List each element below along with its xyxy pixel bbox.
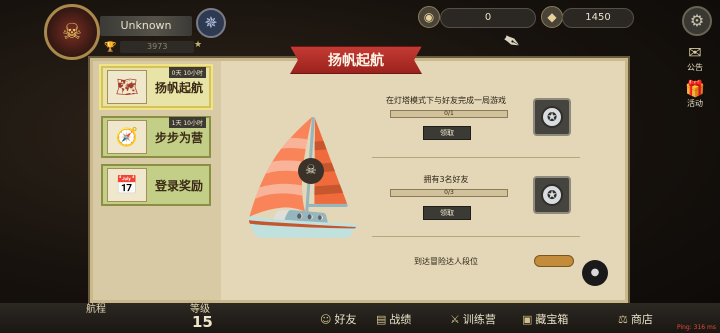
nav-treasure[interactable]: ▣ 藏宝箱 xyxy=(522,311,568,327)
ship-mask-emblem-icon: ☠ xyxy=(298,158,324,184)
player-score: 3973 xyxy=(120,41,194,53)
task-3-text: 到达冒险达人段位 xyxy=(414,257,478,266)
envelope-icon: ✉ xyxy=(688,43,702,62)
compass-emblem-icon[interactable]: ✵ xyxy=(196,8,226,38)
notice-button[interactable]: ✉ 公告 xyxy=(678,44,712,73)
gift-icon: 🎁 xyxy=(685,79,705,98)
nav-label: 战绩 xyxy=(389,313,412,326)
tab-login-reward[interactable]: 📅 登录奖励 xyxy=(101,164,211,206)
tab-timer: 0天 10小时 xyxy=(168,67,206,78)
player-name: Unknown xyxy=(100,16,192,36)
nav-label: 藏宝箱 xyxy=(535,313,569,326)
settings-gear-icon[interactable]: ⚙ xyxy=(682,6,712,36)
activity-label: 活动 xyxy=(687,99,703,108)
task-2-reward[interactable]: ✪ xyxy=(533,176,571,214)
tab-timer: 1天 10小时 xyxy=(168,117,206,128)
trophy-icon: 🏆 xyxy=(104,41,117,53)
treasure-map-icon: 🗺 xyxy=(107,70,147,104)
level-value: 15 xyxy=(192,313,213,331)
tab-label: 登录奖励 xyxy=(155,178,204,193)
task-divider xyxy=(372,236,580,237)
player-score-row: 🏆 3973 xyxy=(104,40,194,54)
nav-label: 商店 xyxy=(630,313,653,326)
rank-token-icon xyxy=(534,255,574,267)
tab-set-sail[interactable]: 🗺 扬帆起航 0天 10小时 xyxy=(101,66,211,108)
task-1-claim-button[interactable]: 领取 xyxy=(423,126,471,140)
gem-icon: ◆ xyxy=(541,6,563,28)
bottom-bar: 航程 等级 15 ☺ 好友 ▤ 战绩 ⚔ 训练营 ▣ 藏宝箱 ⚖ 商店 Ping: 316… xyxy=(0,303,720,333)
panel-title: 扬帆起航 xyxy=(290,46,422,74)
mask-icon: ✪ xyxy=(541,106,563,128)
nav-friends[interactable]: ☺ 好友 xyxy=(320,311,356,327)
task-2-claim-button[interactable]: 领取 xyxy=(423,206,471,220)
resource-1-value: 0 xyxy=(440,8,536,28)
task-1-text: 在灯塔模式下与好友完成一局游戏 xyxy=(386,96,506,105)
tab-step-by-step[interactable]: 🧭 步步为营 1天 10小时 xyxy=(101,116,211,158)
resource-2-value: 1450 xyxy=(562,8,634,28)
star-icon: ★ xyxy=(194,40,203,50)
coin-icon: ◉ xyxy=(418,6,440,28)
task-1-progress: 0/1 xyxy=(390,110,508,118)
tab-label: 步步为营 xyxy=(155,130,204,145)
friends-icon: ☺ xyxy=(320,313,332,326)
task-2-progress: 0/3 xyxy=(390,189,508,197)
task-1-reward[interactable]: ✪ xyxy=(533,98,571,136)
bomb-icon: ● xyxy=(582,260,608,286)
nav-shop[interactable]: ⚖ 商店 xyxy=(618,311,653,327)
treasure-chest-icon: ▣ xyxy=(522,313,533,326)
record-icon: ▤ xyxy=(376,313,387,326)
task-2-text: 拥有3名好友 xyxy=(423,175,469,184)
mask-icon: ✪ xyxy=(541,184,563,206)
calendar-icon: 📅 xyxy=(107,168,147,202)
nav-label: 训练营 xyxy=(462,313,496,326)
nav-record[interactable]: ▤ 战绩 xyxy=(376,311,411,327)
compass-icon: 🧭 xyxy=(107,120,147,154)
tab-label: 扬帆起航 xyxy=(155,80,204,95)
nav-training[interactable]: ⚔ 训练营 xyxy=(450,311,496,327)
ping-readout: Ping: 316 ms xyxy=(676,324,716,331)
journey-label: 航程 xyxy=(86,304,106,315)
training-icon: ⚔ xyxy=(450,313,460,326)
avatar[interactable]: ☠ xyxy=(44,4,100,60)
nav-label: 好友 xyxy=(334,313,357,326)
shop-scale-icon: ⚖ xyxy=(618,313,628,326)
activity-button[interactable]: 🎁 活动 xyxy=(678,80,712,109)
notice-label: 公告 xyxy=(687,63,703,72)
task-divider xyxy=(372,157,580,158)
